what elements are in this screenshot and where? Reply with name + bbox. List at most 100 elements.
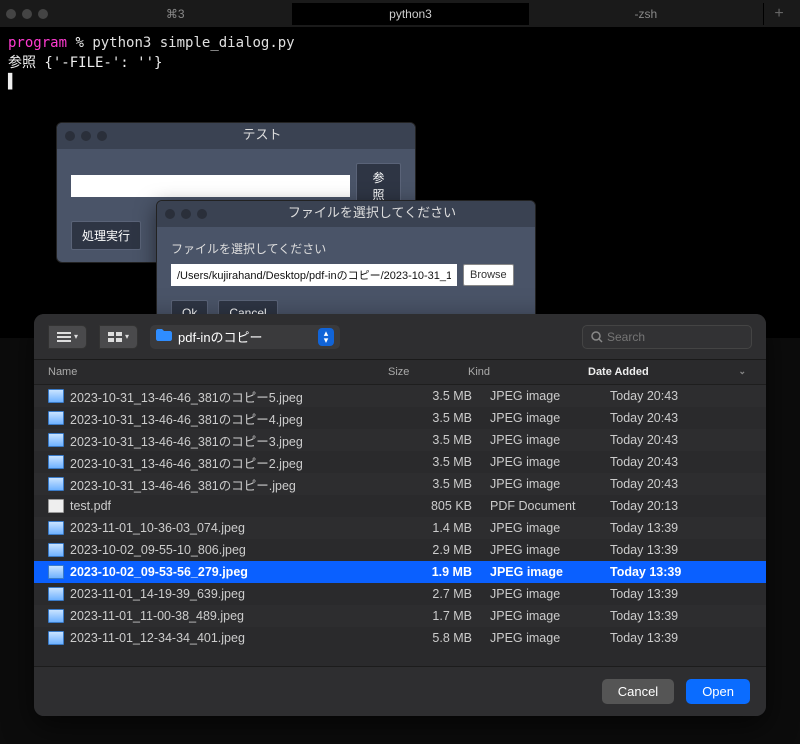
file-kind: JPEG image — [490, 411, 610, 425]
file-date: Today 13:39 — [610, 521, 752, 535]
chevron-down-icon: ⌄ — [738, 366, 752, 377]
file-row[interactable]: 2023-10-31_13-46-46_381のコピー.jpeg3.5 MBJP… — [34, 473, 766, 495]
file-size: 3.5 MB — [410, 389, 490, 403]
file-row[interactable]: 2023-10-31_13-46-46_381のコピー4.jpeg3.5 MBJ… — [34, 407, 766, 429]
terminal-output[interactable]: program % python3 simple_dialog.py 参照 {'… — [0, 28, 800, 338]
dialog-filechooser-titlebar[interactable]: ファイルを選択してください — [157, 201, 535, 227]
icon-grid-icon[interactable]: ▾ — [99, 325, 138, 349]
column-date[interactable]: Date Added⌄ — [588, 366, 752, 378]
file-icon — [48, 587, 64, 601]
folder-icon — [156, 329, 172, 344]
file-row[interactable]: 2023-11-01_10-36-03_074.jpeg1.4 MBJPEG i… — [34, 517, 766, 539]
file-icon — [48, 565, 64, 579]
file-size: 5.8 MB — [410, 631, 490, 645]
chevron-down-icon: ▾ — [125, 332, 129, 341]
shell-cursor: ▌ — [8, 73, 792, 93]
file-date: Today 20:43 — [610, 411, 752, 425]
dialog-filechooser-traffic[interactable] — [165, 209, 207, 219]
updown-arrows-icon: ▴▾ — [318, 328, 334, 346]
column-kind[interactable]: Kind — [468, 366, 588, 378]
file-date: Today 20:13 — [610, 499, 752, 513]
file-name: 2023-11-01_12-34-34_401.jpeg — [70, 631, 410, 645]
shell-command: python3 simple_dialog.py — [92, 35, 294, 51]
file-name: 2023-11-01_14-19-39_639.jpeg — [70, 587, 410, 601]
file-size: 3.5 MB — [410, 477, 490, 491]
file-size: 2.7 MB — [410, 587, 490, 601]
dialog-filechooser-title: ファイルを選択してください — [217, 205, 527, 223]
file-row[interactable]: test.pdf805 KBPDF DocumentToday 20:13 — [34, 495, 766, 517]
file-date: Today 13:39 — [610, 587, 752, 601]
file-size: 805 KB — [410, 499, 490, 513]
file-row[interactable]: 2023-11-01_12-34-34_401.jpeg5.8 MBJPEG i… — [34, 627, 766, 649]
tab-zsh[interactable]: -zsh — [529, 3, 764, 25]
finder-cancel-button[interactable]: Cancel — [602, 679, 674, 704]
file-size: 3.5 MB — [410, 433, 490, 447]
folder-popup-label: pdf-inのコピー — [178, 327, 263, 346]
file-kind: JPEG image — [490, 521, 610, 535]
group-segment[interactable]: ▾ — [99, 325, 138, 349]
file-icon — [48, 433, 64, 447]
file-kind: JPEG image — [490, 565, 610, 579]
file-row[interactable]: 2023-11-01_11-00-38_489.jpeg1.7 MBJPEG i… — [34, 605, 766, 627]
file-date: Today 20:43 — [610, 389, 752, 403]
file-name: 2023-10-02_09-53-56_279.jpeg — [70, 565, 410, 579]
folder-popup[interactable]: pdf-inのコピー ▴▾ — [150, 325, 340, 349]
file-icon — [48, 521, 64, 535]
file-kind: JPEG image — [490, 609, 610, 623]
search-field[interactable] — [582, 325, 752, 349]
column-name[interactable]: Name — [48, 366, 388, 378]
file-size: 2.9 MB — [410, 543, 490, 557]
file-size: 1.9 MB — [410, 565, 490, 579]
dialog-test-traffic[interactable] — [65, 131, 107, 141]
finder-column-header[interactable]: Name Size Kind Date Added⌄ — [34, 360, 766, 385]
file-size: 3.5 MB — [410, 455, 490, 469]
filechooser-browse-button[interactable]: Browse — [463, 264, 514, 286]
tab-0[interactable]: ⌘3 — [58, 3, 293, 25]
file-row[interactable]: 2023-10-31_13-46-46_381のコピー3.jpeg3.5 MBJ… — [34, 429, 766, 451]
file-name: 2023-10-31_13-46-46_381のコピー2.jpeg — [70, 453, 410, 472]
file-size: 1.7 MB — [410, 609, 490, 623]
file-row[interactable]: 2023-10-02_09-53-56_279.jpeg1.9 MBJPEG i… — [34, 561, 766, 583]
file-icon — [48, 389, 64, 403]
file-kind: JPEG image — [490, 433, 610, 447]
file-kind: JPEG image — [490, 631, 610, 645]
file-kind: JPEG image — [490, 543, 610, 557]
file-name: 2023-10-31_13-46-46_381のコピー3.jpeg — [70, 431, 410, 450]
file-row[interactable]: 2023-11-01_14-19-39_639.jpeg2.7 MBJPEG i… — [34, 583, 766, 605]
file-path-input[interactable] — [71, 175, 350, 197]
file-date: Today 13:39 — [610, 609, 752, 623]
close-icon[interactable] — [6, 9, 16, 19]
tab-add-button[interactable]: + — [764, 5, 794, 23]
column-size[interactable]: Size — [388, 366, 468, 378]
finder-open-button[interactable]: Open — [686, 679, 750, 704]
run-button[interactable]: 処理実行 — [71, 221, 141, 250]
tab-python3[interactable]: python3 — [293, 3, 528, 25]
file-icon — [48, 411, 64, 425]
list-view-icon[interactable]: ▾ — [48, 325, 87, 349]
file-icon — [48, 477, 64, 491]
shell-output-line: 参照 {'-FILE-': ''} — [8, 54, 792, 74]
search-icon — [591, 331, 603, 343]
file-kind: JPEG image — [490, 587, 610, 601]
finder-file-list[interactable]: 2023-10-31_13-46-46_381のコピー5.jpeg3.5 MBJ… — [34, 385, 766, 666]
file-name: 2023-10-31_13-46-46_381のコピー5.jpeg — [70, 387, 410, 406]
search-input[interactable] — [607, 330, 727, 344]
file-icon — [48, 609, 64, 623]
file-name: test.pdf — [70, 499, 410, 513]
file-row[interactable]: 2023-10-31_13-46-46_381のコピー2.jpeg3.5 MBJ… — [34, 451, 766, 473]
file-icon — [48, 543, 64, 557]
file-date: Today 13:39 — [610, 631, 752, 645]
dialog-test-titlebar[interactable]: テスト — [57, 123, 415, 149]
file-icon — [48, 631, 64, 645]
filechooser-path-input[interactable] — [171, 264, 457, 286]
minimize-icon[interactable] — [22, 9, 32, 19]
window-traffic-lights[interactable] — [6, 9, 48, 19]
view-mode-segment[interactable]: ▾ — [48, 325, 87, 349]
chevron-down-icon: ▾ — [74, 332, 78, 341]
filechooser-prompt: ファイルを選択してください — [171, 241, 521, 258]
file-name: 2023-10-31_13-46-46_381のコピー4.jpeg — [70, 409, 410, 428]
zoom-icon[interactable] — [38, 9, 48, 19]
file-name: 2023-11-01_11-00-38_489.jpeg — [70, 609, 410, 623]
file-row[interactable]: 2023-10-31_13-46-46_381のコピー5.jpeg3.5 MBJ… — [34, 385, 766, 407]
file-row[interactable]: 2023-10-02_09-55-10_806.jpeg2.9 MBJPEG i… — [34, 539, 766, 561]
